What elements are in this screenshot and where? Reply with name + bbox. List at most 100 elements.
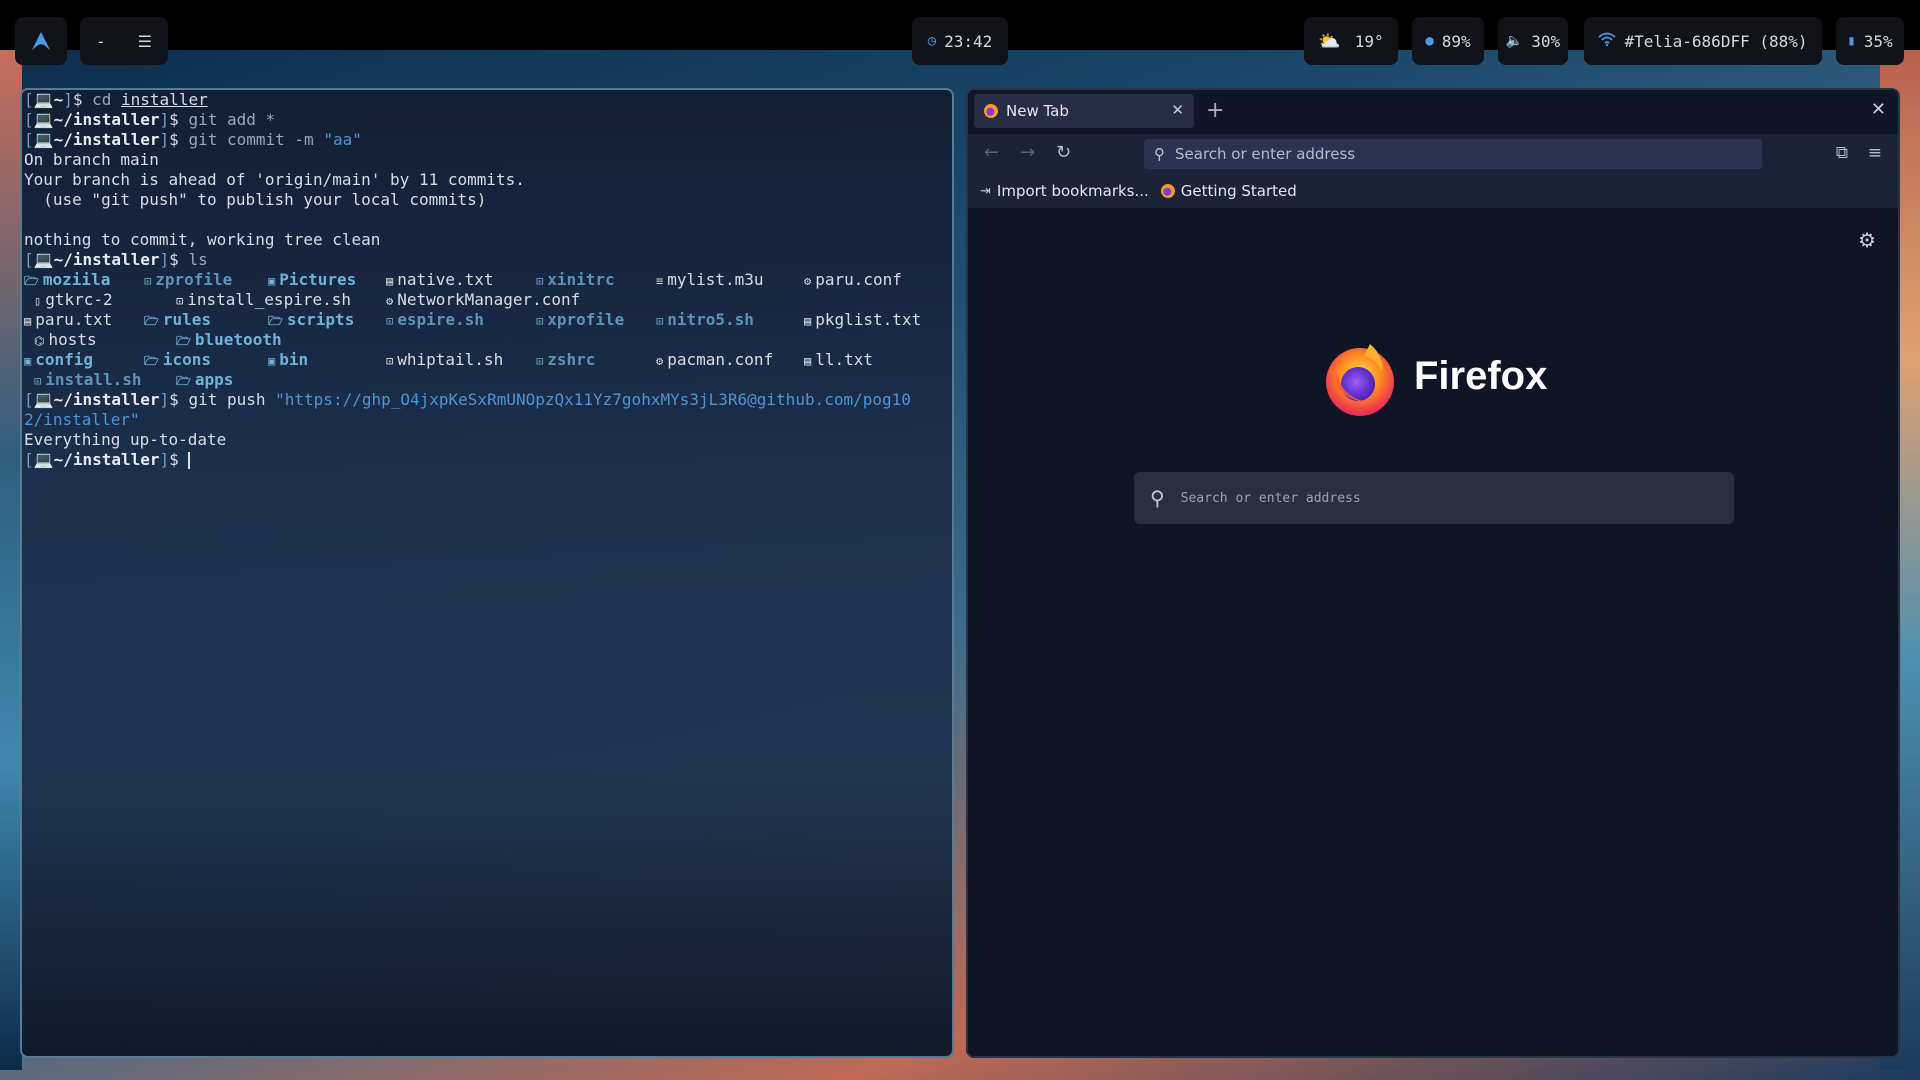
- script-icon: ⊡: [144, 274, 152, 288]
- ls-entry: ⊡ espire.sh: [386, 310, 484, 329]
- file-icon: ▤: [804, 354, 812, 368]
- ls-row: ▤ paru.txt 🗁 rules 🗁 scripts ⊡ espire.sh ⊡ xp…: [24, 310, 944, 330]
- menu-button[interactable]: ☰: [138, 32, 152, 51]
- new-tab-button[interactable]: +: [1206, 98, 1224, 123]
- hamburger-menu-icon[interactable]: ≡: [1868, 143, 1882, 163]
- firefox-favicon-icon: [984, 104, 998, 118]
- terminal-line: nothing to commit, working tree clean: [24, 230, 381, 249]
- bin-folder-icon: ▣: [268, 354, 276, 368]
- clock-time: 23:42: [944, 31, 993, 51]
- search-icon: ⚲: [1154, 145, 1165, 163]
- script-icon: ⊡: [536, 354, 544, 368]
- ls-entry: ⊡ install_espire.sh: [176, 290, 351, 309]
- ls-entry: 🗁 moziila: [24, 270, 111, 289]
- window-close-button[interactable]: ✕: [1871, 99, 1886, 120]
- volume-widget[interactable]: 🔈 30%: [1498, 17, 1568, 65]
- url-placeholder: Search or enter address: [1175, 145, 1356, 163]
- ls-entry: ⚙ pacman.conf: [656, 350, 774, 369]
- config-folder-icon: ▣: [24, 354, 32, 368]
- file-icon: ▤: [804, 314, 812, 328]
- tab-new-tab[interactable]: New Tab ✕: [974, 94, 1194, 128]
- cpu-widget[interactable]: ● 89%: [1412, 17, 1484, 65]
- file-icon: ▤: [24, 314, 32, 328]
- ls-entry: ▤ ll.txt: [804, 350, 874, 369]
- cpu-value: 89%: [1441, 31, 1471, 51]
- back-arrow-icon[interactable]: ←: [984, 142, 999, 163]
- ls-entry: ▣ config: [24, 350, 94, 369]
- firefox-wordmark: Firefox: [1414, 354, 1548, 398]
- folder-icon: 🗁: [24, 274, 39, 288]
- ls-entry: ▤ paru.txt: [24, 310, 113, 329]
- weather-temp: 19°: [1354, 31, 1384, 51]
- ls-row: ⊡ install.sh 🗁 apps: [24, 370, 944, 390]
- ls-entry: 🗁 rules: [144, 310, 212, 329]
- clock-widget[interactable]: ◷ 23:42: [912, 17, 1008, 65]
- wifi-value: #Telia-686DFF (88%): [1624, 31, 1808, 51]
- forward-arrow-icon[interactable]: →: [1020, 142, 1035, 163]
- battery-icon: ▮: [1847, 33, 1856, 49]
- nav-bar: ← → ↻ ⚲ Search or enter address ⧉ ≡: [968, 134, 1898, 174]
- ls-entry: ▤ pkglist.txt: [804, 310, 922, 329]
- speaker-icon: 🔈: [1505, 33, 1524, 49]
- reload-icon[interactable]: ↻: [1056, 142, 1071, 163]
- text-cursor: [188, 452, 191, 469]
- folder-icon: 🗁: [176, 334, 191, 348]
- terminal-line: On branch main: [24, 150, 159, 169]
- terminal-line[interactable]: [💻~/installer]$: [24, 450, 944, 470]
- gear-icon[interactable]: ⚙: [1858, 228, 1876, 252]
- ls-entry: ⌬ hosts: [34, 330, 97, 349]
- minimize-button[interactable]: -: [96, 32, 106, 51]
- network-icon: ⌬: [34, 334, 45, 348]
- ls-entry: ⊡ xprofile: [536, 310, 625, 329]
- gear-icon: ⚙: [656, 354, 664, 368]
- search-input[interactable]: [1178, 489, 1683, 507]
- folder-icon: 🗁: [268, 314, 283, 328]
- ls-entry: ⊡ install.sh: [34, 370, 142, 389]
- terminal-line: [💻~/installer]$ git commit -m "aa": [24, 130, 362, 149]
- cloud-sun-icon: ⛅: [1318, 30, 1341, 52]
- ls-row: ⌬ hosts 🗁 bluetooth: [24, 330, 944, 350]
- bookmark-import[interactable]: ⇥ Import bookmarks...: [980, 182, 1149, 200]
- wallpaper-left-strip: [0, 50, 22, 1070]
- firefox-logo-icon: [1326, 344, 1394, 416]
- folder-icon: 🗁: [144, 354, 159, 368]
- terminal-line: [💻~/installer]$ git add *: [24, 110, 276, 129]
- battery-widget[interactable]: ▮ 35%: [1836, 17, 1904, 65]
- script-icon: ⊡: [536, 314, 544, 328]
- tab-close-icon[interactable]: ✕: [1171, 101, 1184, 119]
- ls-entry: 🗁 bluetooth: [176, 330, 282, 349]
- ls-entry: 🗁 scripts: [268, 310, 355, 329]
- folder-icon: 🗁: [144, 314, 159, 328]
- ls-entry: ≡ mylist.m3u: [656, 270, 764, 289]
- ls-entry: ⊡ zprofile: [144, 270, 233, 289]
- extensions-icon[interactable]: ⧉: [1836, 143, 1848, 163]
- ls-row: ▯ gtkrc-2 ⊡ install_espire.sh ⚙ NetworkMana…: [24, 290, 944, 310]
- wifi-widget[interactable]: #Telia-686DFF (88%): [1584, 17, 1822, 65]
- launcher-button[interactable]: [15, 17, 67, 65]
- ls-entry: ⚙ paru.conf: [804, 270, 902, 289]
- script-icon: ⊡: [34, 374, 42, 388]
- bookmark-getting-started[interactable]: Getting Started: [1160, 182, 1297, 200]
- script-icon: ⊡: [536, 274, 544, 288]
- search-icon: ⚲: [1150, 486, 1165, 510]
- ls-entry: ⊡ whiptail.sh: [386, 350, 504, 369]
- weather-widget[interactable]: ⛅ 19°: [1304, 17, 1398, 65]
- battery-value: 35%: [1863, 31, 1893, 51]
- terminal-line: [💻~/installer]$ git push "https://ghp_O4…: [24, 390, 911, 409]
- script-icon: ⊡: [386, 354, 394, 368]
- circle-icon: ●: [1425, 33, 1434, 49]
- search-box[interactable]: ⚲: [1134, 472, 1734, 524]
- import-icon: ⇥: [980, 183, 991, 199]
- gear-icon: ⚙: [386, 294, 394, 308]
- terminal-window[interactable]: [💻~]$ cd installer [💻~/installer]$ git a…: [20, 88, 954, 1058]
- ls-entry: ▯ gtkrc-2: [34, 290, 113, 309]
- folder-icon: 🗁: [176, 374, 191, 388]
- url-bar[interactable]: ⚲ Search or enter address: [1144, 139, 1762, 169]
- script-icon: ⊡: [656, 314, 664, 328]
- new-tab-page: ⚙ Firefox ⚲: [968, 208, 1898, 1056]
- terminal-line: Your branch is ahead of 'origin/main' by…: [24, 170, 525, 189]
- image-folder-icon: ▣: [268, 274, 276, 288]
- ls-entry: ⊡ xinitrc: [536, 270, 615, 289]
- wifi-icon: [1598, 32, 1617, 50]
